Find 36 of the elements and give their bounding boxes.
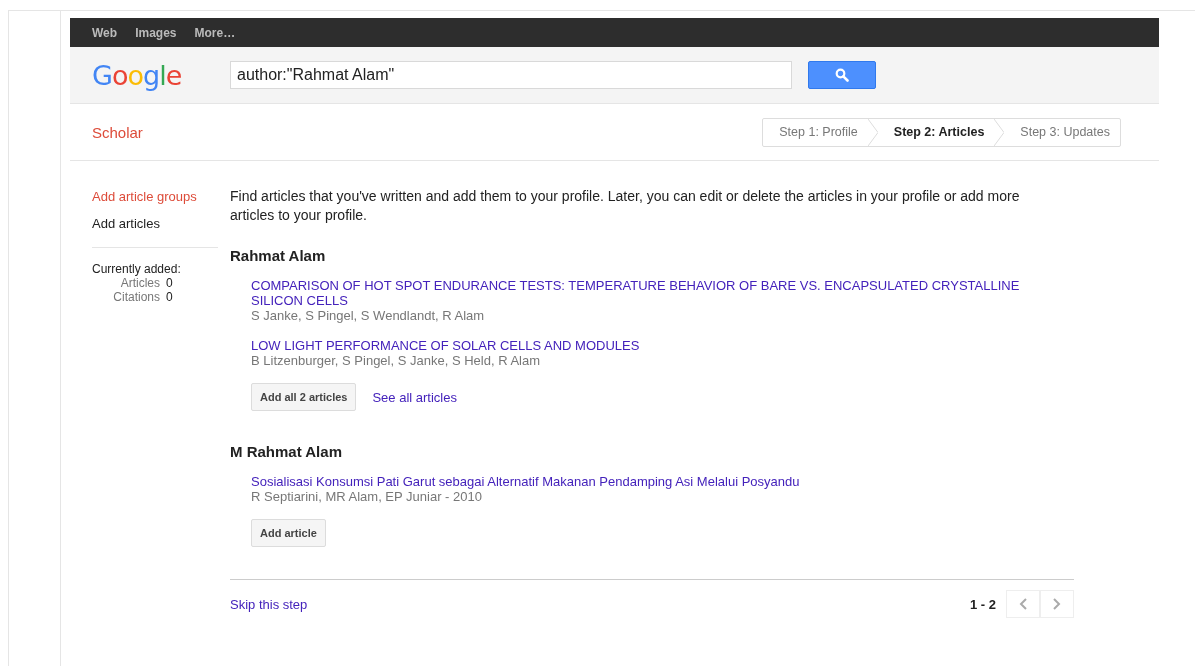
nav-link[interactable]: More… <box>194 25 236 40</box>
sidebar-link[interactable]: Add articles <box>92 216 218 231</box>
page-range: 1 - 2 <box>970 596 996 612</box>
stat-value: 0 <box>166 276 174 290</box>
stat-label: Articles <box>119 276 160 290</box>
article-authors: S Janke, S Pingel, S Wendlandt, R Alam <box>251 308 486 324</box>
see-all-link[interactable]: See all articles <box>372 389 457 405</box>
search-button[interactable] <box>808 61 876 89</box>
article-authors: B Litzenburger, S Pingel, S Janke, S Held, R Alam <box>251 353 542 369</box>
nav-link[interactable]: Images <box>135 25 177 40</box>
stat-value: 0 <box>166 290 174 304</box>
currently-added-label: Currently added: <box>92 262 182 276</box>
step-tab[interactable]: Step 3: Updates <box>1004 118 1120 146</box>
nav-link[interactable]: Web <box>92 25 118 40</box>
sidebar-link[interactable]: Add article groups <box>92 189 218 204</box>
author-name: Rahmat Alam <box>230 247 327 264</box>
previous-page-button[interactable] <box>1006 590 1040 618</box>
step-tab[interactable]: Step 2: Articles <box>877 118 995 146</box>
step-tab[interactable]: Step 1: Profile <box>763 118 868 146</box>
add-articles-button[interactable]: Add article <box>251 519 326 547</box>
article-title-link[interactable]: COMPARISON OF HOT SPOT ENDURANCE TESTS: TEMPERATURE BEHAVIOR OF BARE VS. ENCAPSULATED CRYSTALLINE SILICON CELLS <box>251 278 1074 308</box>
section-title: Scholar <box>92 123 143 141</box>
search-icon <box>835 68 849 82</box>
logo[interactable]: Google <box>92 59 230 91</box>
search-field[interactable]: author:"Rahmat Alam" <box>230 61 792 89</box>
intro-text: Find articles that you've written and add them to your profile. Later, you can edit or delete the articles in your profile or add more articles to your profile. <box>230 187 1021 225</box>
stat-label: Citations <box>112 290 160 304</box>
chevron-left-icon <box>1019 598 1027 610</box>
article-title-link[interactable]: Sosialisasi Konsumsi Pati Garut sebagai Alternatif Makanan Pendamping Asi Melalui Posyandu <box>251 474 1074 489</box>
skip-link[interactable]: Skip this step <box>230 596 308 612</box>
article-authors: R Septiarini, MR Alam, EP Juniar - 2010 <box>251 489 483 505</box>
add-articles-button[interactable]: Add all 2 articles <box>251 383 357 411</box>
next-page-button[interactable] <box>1040 590 1074 618</box>
author-name: M Rahmat Alam <box>230 443 343 460</box>
chevron-right-icon <box>1053 598 1061 610</box>
article-title-link[interactable]: LOW LIGHT PERFORMANCE OF SOLAR CELLS AND MODULES <box>251 338 1074 353</box>
